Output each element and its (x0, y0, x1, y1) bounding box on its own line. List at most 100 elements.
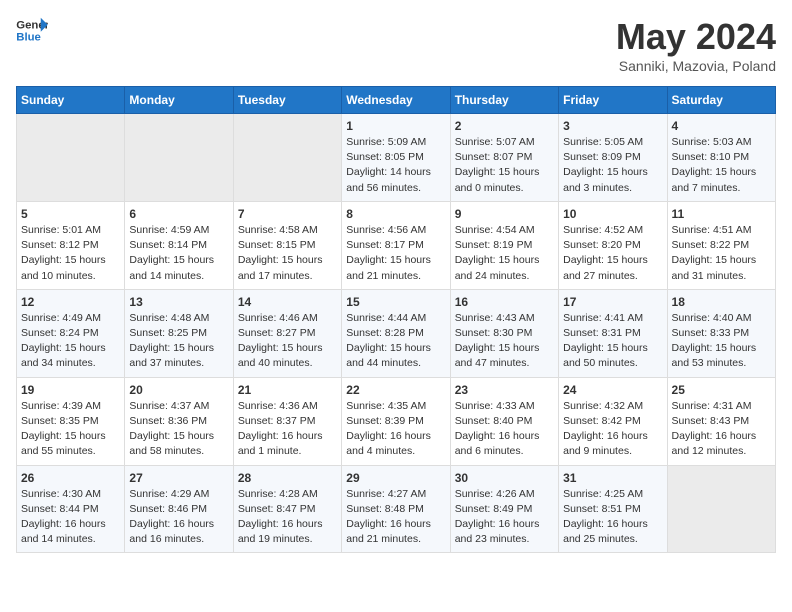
header-row: SundayMondayTuesdayWednesdayThursdayFrid… (17, 87, 776, 114)
page-header: General Blue May 2024 Sanniki, Mazovia, … (16, 16, 776, 74)
day-number: 31 (563, 471, 662, 485)
calendar-cell: 5 Sunrise: 5:01 AM Sunset: 8:12 PM Daylig… (17, 201, 125, 289)
calendar-cell (125, 114, 233, 202)
calendar-cell: 11 Sunrise: 4:51 AM Sunset: 8:22 PM Dayli… (667, 201, 775, 289)
calendar-cell: 30 Sunrise: 4:26 AM Sunset: 8:49 PM Dayli… (450, 465, 558, 553)
week-row-1: 1 Sunrise: 5:09 AM Sunset: 8:05 PM Daylig… (17, 114, 776, 202)
header-cell-tuesday: Tuesday (233, 87, 341, 114)
calendar-cell: 26Sunrise: 4:30 AM Sunset: 8:44 PM Dayli… (17, 465, 125, 553)
cell-content: Sunrise: 4:32 AM Sunset: 8:42 PM Dayligh… (563, 399, 662, 460)
calendar-cell: 17 Sunrise: 4:41 AM Sunset: 8:31 PM Dayli… (559, 289, 667, 377)
day-number: 5 (21, 207, 120, 221)
cell-content: Sunrise: 5:03 AM Sunset: 8:10 PM Dayligh… (672, 135, 771, 196)
logo: General Blue (16, 16, 48, 44)
week-row-4: 19 Sunrise: 4:39 AM Sunset: 8:35 PM Dayli… (17, 377, 776, 465)
day-number: 3 (563, 119, 662, 133)
calendar-cell: 16 Sunrise: 4:43 AM Sunset: 8:30 PM Dayli… (450, 289, 558, 377)
calendar-cell: 7 Sunrise: 4:58 AM Sunset: 8:15 PM Daylig… (233, 201, 341, 289)
day-number: 10 (563, 207, 662, 221)
calendar-cell: 28 Sunrise: 4:28 AM Sunset: 8:47 PM Dayli… (233, 465, 341, 553)
main-title: May 2024 (616, 16, 776, 58)
cell-content: Sunrise: 4:30 AM Sunset: 8:44 PM Dayligh… (21, 487, 120, 548)
week-row-2: 5 Sunrise: 5:01 AM Sunset: 8:12 PM Daylig… (17, 201, 776, 289)
cell-content: Sunrise: 4:41 AM Sunset: 8:31 PM Dayligh… (563, 311, 662, 372)
day-number: 16 (455, 295, 554, 309)
calendar-body: 1 Sunrise: 5:09 AM Sunset: 8:05 PM Daylig… (17, 114, 776, 553)
header-cell-thursday: Thursday (450, 87, 558, 114)
calendar-cell: 19 Sunrise: 4:39 AM Sunset: 8:35 PM Dayli… (17, 377, 125, 465)
cell-content: Sunrise: 4:46 AM Sunset: 8:27 PM Dayligh… (238, 311, 337, 372)
week-row-5: 26Sunrise: 4:30 AM Sunset: 8:44 PM Dayli… (17, 465, 776, 553)
calendar-cell: 21 Sunrise: 4:36 AM Sunset: 8:37 PM Dayli… (233, 377, 341, 465)
cell-content: Sunrise: 4:39 AM Sunset: 8:35 PM Dayligh… (21, 399, 120, 460)
day-number: 7 (238, 207, 337, 221)
calendar-cell: 10 Sunrise: 4:52 AM Sunset: 8:20 PM Dayli… (559, 201, 667, 289)
day-number: 2 (455, 119, 554, 133)
cell-content: Sunrise: 4:31 AM Sunset: 8:43 PM Dayligh… (672, 399, 771, 460)
cell-content: Sunrise: 4:26 AM Sunset: 8:49 PM Dayligh… (455, 487, 554, 548)
logo-icon: General Blue (16, 16, 48, 44)
day-number: 4 (672, 119, 771, 133)
cell-content: Sunrise: 4:25 AM Sunset: 8:51 PM Dayligh… (563, 487, 662, 548)
cell-content: Sunrise: 4:54 AM Sunset: 8:19 PM Dayligh… (455, 223, 554, 284)
day-number: 30 (455, 471, 554, 485)
cell-content: Sunrise: 5:01 AM Sunset: 8:12 PM Dayligh… (21, 223, 120, 284)
day-number: 14 (238, 295, 337, 309)
calendar-cell: 9 Sunrise: 4:54 AM Sunset: 8:19 PM Daylig… (450, 201, 558, 289)
calendar-cell: 2Sunrise: 5:07 AM Sunset: 8:07 PM Daylig… (450, 114, 558, 202)
cell-content: Sunrise: 4:56 AM Sunset: 8:17 PM Dayligh… (346, 223, 445, 284)
header-cell-sunday: Sunday (17, 87, 125, 114)
cell-content: Sunrise: 4:58 AM Sunset: 8:15 PM Dayligh… (238, 223, 337, 284)
calendar-cell: 3 Sunrise: 5:05 AM Sunset: 8:09 PM Daylig… (559, 114, 667, 202)
header-cell-saturday: Saturday (667, 87, 775, 114)
cell-content: Sunrise: 4:44 AM Sunset: 8:28 PM Dayligh… (346, 311, 445, 372)
subtitle: Sanniki, Mazovia, Poland (616, 58, 776, 74)
calendar-cell: 20Sunrise: 4:37 AM Sunset: 8:36 PM Dayli… (125, 377, 233, 465)
day-number: 15 (346, 295, 445, 309)
header-cell-friday: Friday (559, 87, 667, 114)
cell-content: Sunrise: 4:59 AM Sunset: 8:14 PM Dayligh… (129, 223, 228, 284)
day-number: 12 (21, 295, 120, 309)
cell-content: Sunrise: 4:37 AM Sunset: 8:36 PM Dayligh… (129, 399, 228, 460)
calendar-cell: 8Sunrise: 4:56 AM Sunset: 8:17 PM Daylig… (342, 201, 450, 289)
cell-content: Sunrise: 4:35 AM Sunset: 8:39 PM Dayligh… (346, 399, 445, 460)
day-number: 21 (238, 383, 337, 397)
title-block: May 2024 Sanniki, Mazovia, Poland (616, 16, 776, 74)
day-number: 29 (346, 471, 445, 485)
cell-content: Sunrise: 4:29 AM Sunset: 8:46 PM Dayligh… (129, 487, 228, 548)
calendar-cell (233, 114, 341, 202)
calendar-cell: 25Sunrise: 4:31 AM Sunset: 8:43 PM Dayli… (667, 377, 775, 465)
cell-content: Sunrise: 4:36 AM Sunset: 8:37 PM Dayligh… (238, 399, 337, 460)
week-row-3: 12Sunrise: 4:49 AM Sunset: 8:24 PM Dayli… (17, 289, 776, 377)
day-number: 22 (346, 383, 445, 397)
day-number: 19 (21, 383, 120, 397)
day-number: 1 (346, 119, 445, 133)
header-cell-monday: Monday (125, 87, 233, 114)
day-number: 11 (672, 207, 771, 221)
calendar-cell (17, 114, 125, 202)
cell-content: Sunrise: 4:52 AM Sunset: 8:20 PM Dayligh… (563, 223, 662, 284)
calendar-cell: 12Sunrise: 4:49 AM Sunset: 8:24 PM Dayli… (17, 289, 125, 377)
cell-content: Sunrise: 4:27 AM Sunset: 8:48 PM Dayligh… (346, 487, 445, 548)
calendar-cell: 15 Sunrise: 4:44 AM Sunset: 8:28 PM Dayli… (342, 289, 450, 377)
cell-content: Sunrise: 4:43 AM Sunset: 8:30 PM Dayligh… (455, 311, 554, 372)
cell-content: Sunrise: 5:05 AM Sunset: 8:09 PM Dayligh… (563, 135, 662, 196)
calendar-cell: 18Sunrise: 4:40 AM Sunset: 8:33 PM Dayli… (667, 289, 775, 377)
day-number: 9 (455, 207, 554, 221)
calendar-cell: 13Sunrise: 4:48 AM Sunset: 8:25 PM Dayli… (125, 289, 233, 377)
calendar-cell: 14 Sunrise: 4:46 AM Sunset: 8:27 PM Dayli… (233, 289, 341, 377)
day-number: 17 (563, 295, 662, 309)
calendar-cell: 22 Sunrise: 4:35 AM Sunset: 8:39 PM Dayli… (342, 377, 450, 465)
day-number: 27 (129, 471, 228, 485)
day-number: 23 (455, 383, 554, 397)
cell-content: Sunrise: 4:51 AM Sunset: 8:22 PM Dayligh… (672, 223, 771, 284)
cell-content: Sunrise: 5:09 AM Sunset: 8:05 PM Dayligh… (346, 135, 445, 196)
day-number: 28 (238, 471, 337, 485)
cell-content: Sunrise: 4:28 AM Sunset: 8:47 PM Dayligh… (238, 487, 337, 548)
calendar-cell (667, 465, 775, 553)
day-number: 6 (129, 207, 228, 221)
calendar-cell: 1 Sunrise: 5:09 AM Sunset: 8:05 PM Daylig… (342, 114, 450, 202)
day-number: 13 (129, 295, 228, 309)
svg-text:Blue: Blue (16, 32, 41, 44)
cell-content: Sunrise: 4:40 AM Sunset: 8:33 PM Dayligh… (672, 311, 771, 372)
